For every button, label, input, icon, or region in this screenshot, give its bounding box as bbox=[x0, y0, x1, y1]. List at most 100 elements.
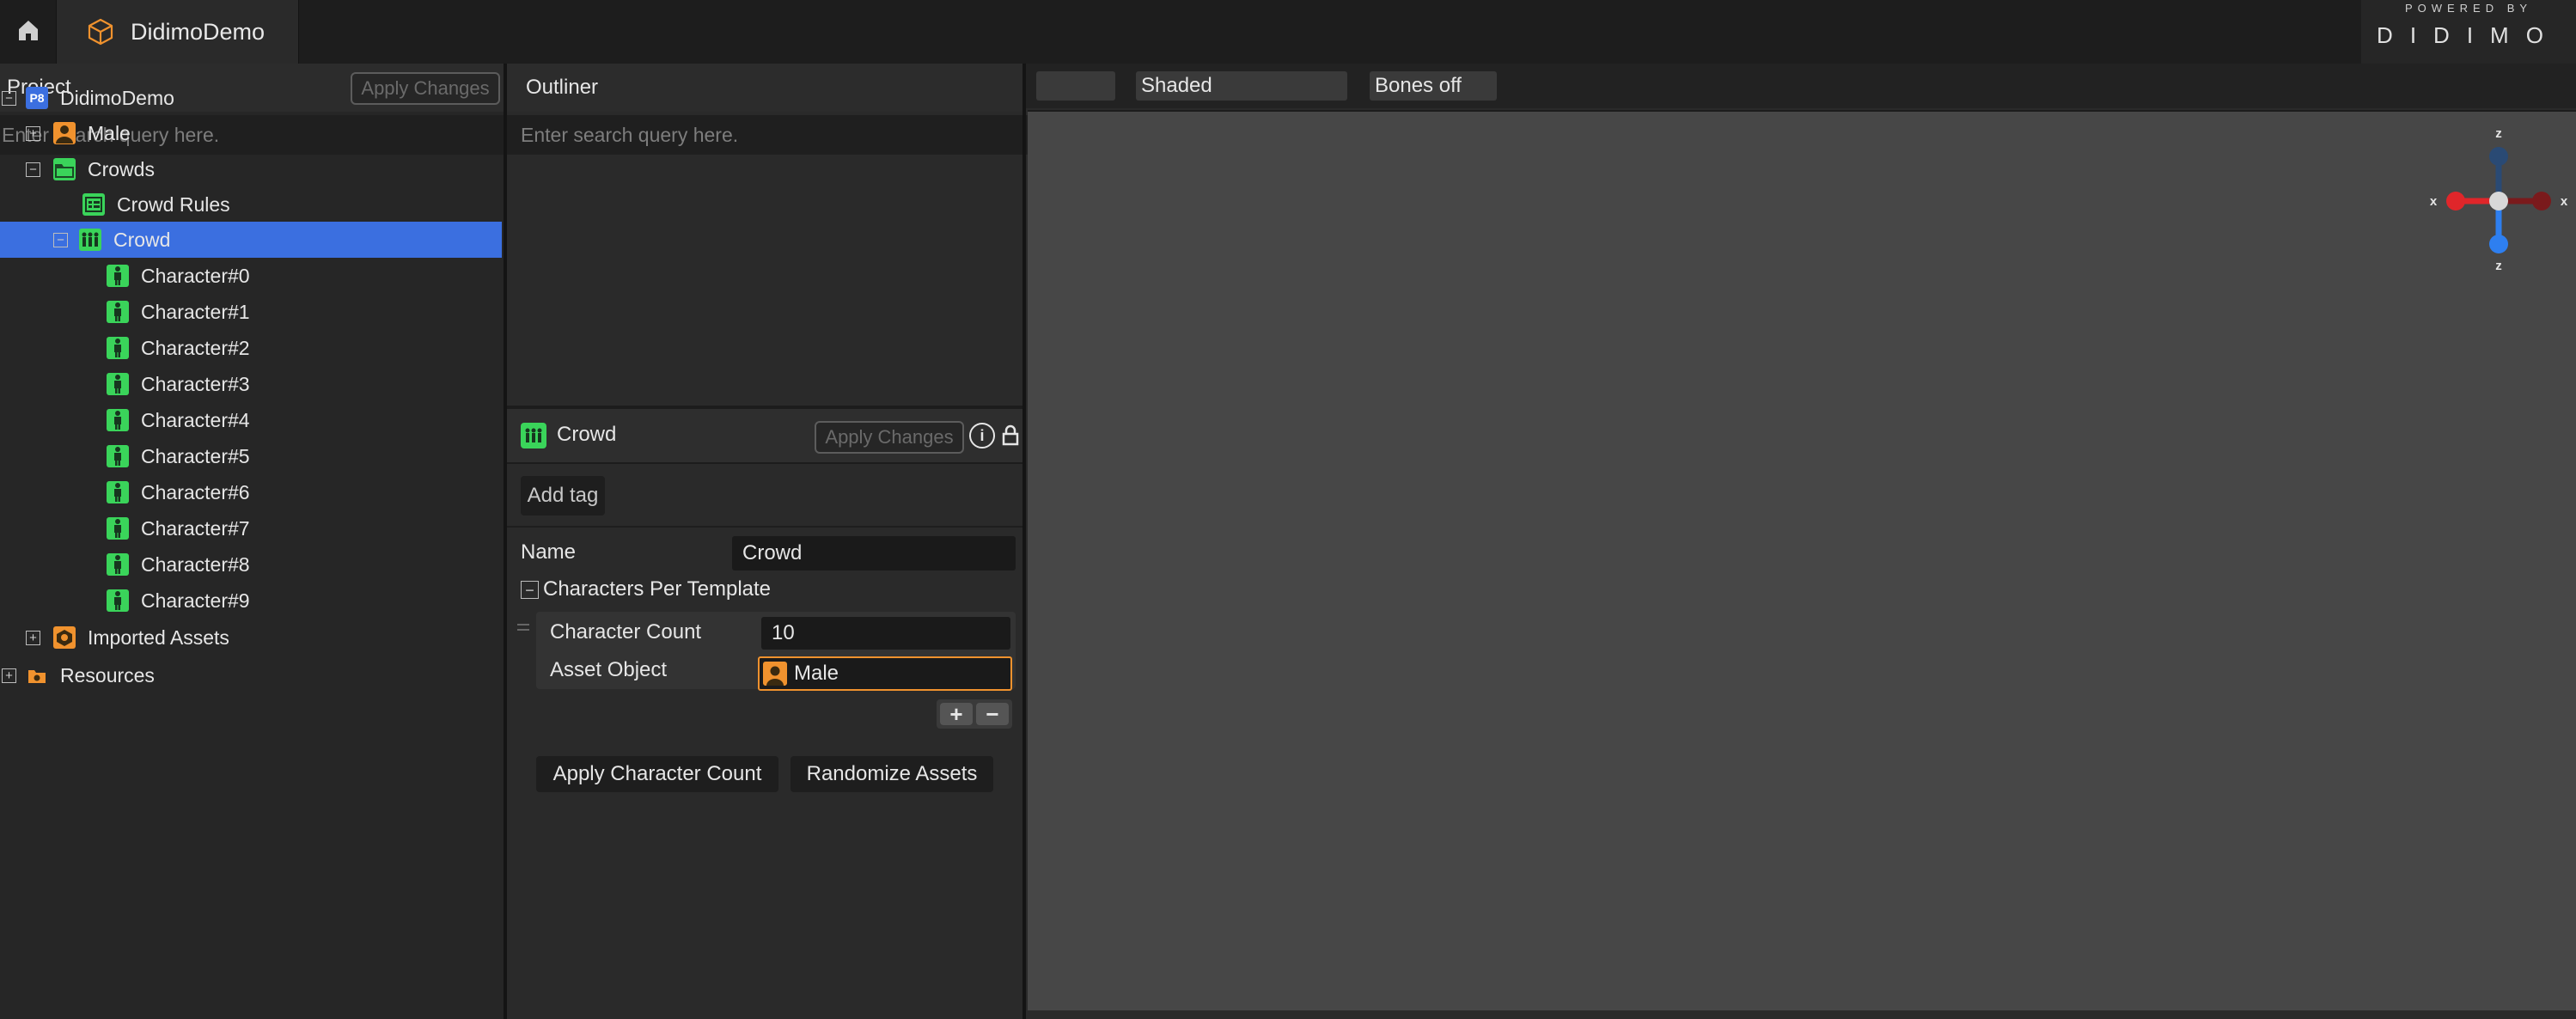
cube-icon bbox=[86, 17, 115, 46]
crowd-icon bbox=[521, 423, 546, 448]
tree-item-label: Crowd bbox=[113, 229, 171, 251]
viewport[interactable] bbox=[1028, 110, 2576, 1010]
character-icon bbox=[107, 265, 129, 287]
camera-select[interactable] bbox=[1036, 71, 1115, 101]
folder-icon bbox=[53, 158, 76, 180]
inspector-panel: Crowd Apply Changes i Add tag Name Crowd… bbox=[507, 409, 1022, 1019]
tree-item-label: Character#0 bbox=[141, 265, 250, 287]
character-icon bbox=[107, 445, 129, 467]
inspector-divider bbox=[507, 526, 1022, 528]
add-tag-button[interactable]: Add tag bbox=[521, 476, 605, 516]
home-button[interactable] bbox=[0, 0, 57, 64]
character-icon bbox=[107, 553, 129, 576]
character-icon bbox=[107, 481, 129, 503]
tree-item-label: Character#6 bbox=[141, 481, 250, 503]
shading-select[interactable]: Shaded bbox=[1136, 71, 1347, 101]
brand-logo: POWERED BY DIDIMO bbox=[2361, 0, 2576, 64]
tab-project[interactable]: DidimoDemo bbox=[57, 0, 299, 64]
character-asset-icon bbox=[763, 662, 787, 686]
tree-item[interactable]: Crowd Rules bbox=[0, 186, 502, 223]
add-item-button[interactable]: + bbox=[940, 700, 973, 727]
tree-item[interactable]: Character#2 bbox=[0, 330, 502, 366]
tree-item[interactable]: + Resources bbox=[0, 657, 502, 693]
inspector-apply-changes-button[interactable]: Apply Changes bbox=[815, 421, 964, 454]
section-title: Characters Per Template bbox=[543, 577, 772, 601]
project-badge-text: P8 bbox=[29, 91, 45, 105]
gizmo-x-right-label: x bbox=[2561, 194, 2568, 209]
tree-item[interactable]: + Imported Assets bbox=[0, 619, 502, 656]
tree-item-label: Crowds bbox=[88, 158, 155, 180]
tree-item[interactable]: − P8 DidimoDemo bbox=[0, 80, 502, 116]
outliner-panel: Outliner Enter search query here. bbox=[507, 64, 1036, 406]
axis-gizmo[interactable]: z z x x bbox=[2421, 122, 2576, 277]
character-count-label: Character Count bbox=[550, 620, 702, 644]
tree-item[interactable]: Character#7 bbox=[0, 510, 502, 546]
project-icon: P8 bbox=[26, 87, 48, 109]
tree-item[interactable]: + Male bbox=[0, 115, 502, 151]
home-icon bbox=[16, 18, 40, 46]
tree-item[interactable]: Character#9 bbox=[0, 583, 502, 619]
character-icon bbox=[107, 373, 129, 395]
name-label: Name bbox=[521, 540, 577, 564]
tree-item[interactable]: − Crowds bbox=[0, 151, 502, 187]
brand-powered-by: POWERED BY bbox=[2404, 2, 2533, 15]
tree-item-label: Resources bbox=[60, 664, 155, 686]
section-collapse-toggle[interactable]: − bbox=[521, 581, 539, 599]
tree-item[interactable]: Character#8 bbox=[0, 546, 502, 583]
top-bar bbox=[0, 0, 2576, 64]
crowd-icon bbox=[79, 229, 101, 251]
inspector-title: Crowd bbox=[557, 423, 617, 446]
expand-icon[interactable]: + bbox=[2, 668, 16, 683]
collapse-icon[interactable]: − bbox=[2, 91, 16, 106]
tree-item-label: Character#9 bbox=[141, 589, 250, 612]
tree-item-label: Imported Assets bbox=[88, 626, 229, 649]
character-icon bbox=[107, 517, 129, 540]
collapse-icon[interactable]: − bbox=[26, 162, 40, 177]
gizmo-x-left-label: x bbox=[2430, 194, 2438, 209]
tree-item-label: Character#3 bbox=[141, 373, 250, 395]
randomize-assets-button[interactable]: Randomize Assets bbox=[791, 756, 993, 792]
apply-character-count-button[interactable]: Apply Character Count bbox=[536, 756, 778, 792]
project-panel: Project Apply Changes Enter search query… bbox=[0, 64, 504, 1019]
minus-icon: − bbox=[986, 700, 999, 727]
tree-item-label: Crowd Rules bbox=[117, 193, 230, 216]
tree-item[interactable]: Character#5 bbox=[0, 438, 502, 474]
tree-item-label: Character#8 bbox=[141, 553, 250, 576]
tree-item-label: Character#1 bbox=[141, 301, 250, 323]
tree-item[interactable]: Character#3 bbox=[0, 366, 502, 402]
tree-item-label: Character#2 bbox=[141, 337, 250, 359]
brand-name: DIDIMO bbox=[2377, 22, 2561, 48]
character-count-field[interactable]: 10 bbox=[761, 617, 1010, 650]
remove-item-button[interactable]: − bbox=[976, 700, 1009, 727]
tree-item[interactable]: − Crowd bbox=[0, 222, 502, 258]
collapse-icon[interactable]: − bbox=[53, 233, 68, 247]
tree-item-label: Character#5 bbox=[141, 445, 250, 467]
lock-icon[interactable] bbox=[1002, 424, 1019, 451]
tree-item[interactable]: Character#4 bbox=[0, 402, 502, 438]
expand-icon[interactable]: + bbox=[26, 631, 40, 645]
name-field[interactable]: Crowd bbox=[732, 536, 1016, 571]
resources-icon bbox=[26, 664, 48, 686]
tree-item-label: Male bbox=[88, 122, 131, 144]
viewport-toolbar: Shaded Bones off bbox=[1026, 64, 2576, 108]
asset-object-value: Male bbox=[794, 662, 839, 685]
drag-handle-icon[interactable] bbox=[517, 624, 529, 625]
expand-icon[interactable]: + bbox=[26, 126, 40, 141]
info-icon[interactable]: i bbox=[969, 423, 995, 448]
tree-item[interactable]: Character#0 bbox=[0, 258, 502, 294]
tree-item[interactable]: Character#1 bbox=[0, 294, 502, 330]
tree-item-label: Character#4 bbox=[141, 409, 250, 431]
character-icon bbox=[107, 409, 129, 431]
panel-divider-right[interactable] bbox=[1022, 64, 1026, 1019]
bones-toggle[interactable]: Bones off bbox=[1370, 71, 1497, 101]
character-icon bbox=[107, 301, 129, 323]
outliner-title: Outliner bbox=[526, 76, 599, 99]
asset-object-label: Asset Object bbox=[550, 658, 668, 681]
outliner-search-input[interactable]: Enter search query here. bbox=[507, 115, 1036, 155]
character-asset-icon bbox=[53, 122, 76, 144]
imported-assets-icon bbox=[53, 626, 76, 649]
plus-icon: + bbox=[949, 700, 963, 727]
tree-item[interactable]: Character#6 bbox=[0, 474, 502, 510]
rules-icon bbox=[82, 193, 105, 216]
asset-object-field[interactable]: Male bbox=[758, 656, 1012, 691]
